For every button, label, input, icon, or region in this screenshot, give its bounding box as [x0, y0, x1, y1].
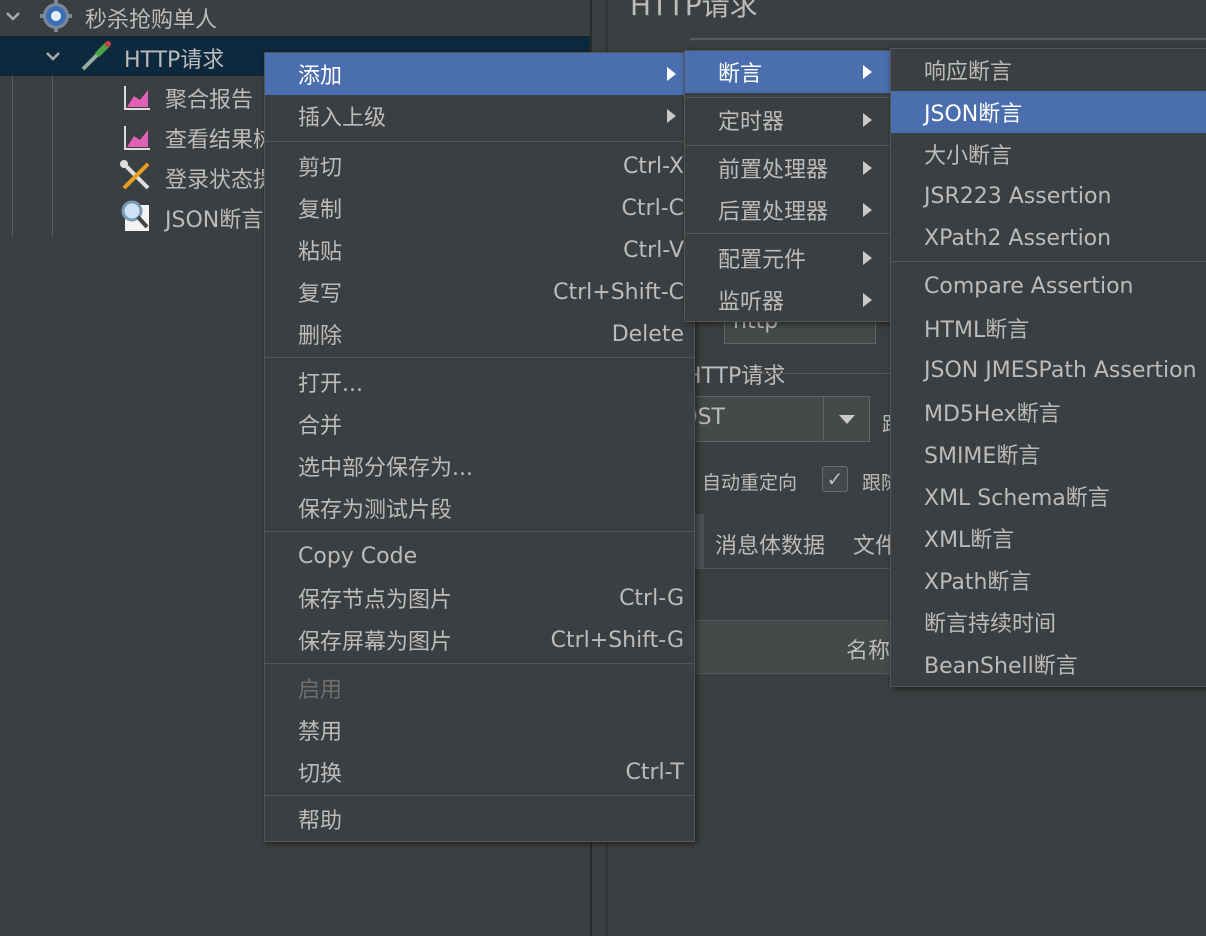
menu-item-duplicate[interactable]: 复写 Ctrl+Shift-C [265, 271, 694, 313]
menu-separator [265, 357, 694, 358]
chevron-down-icon[interactable] [44, 47, 62, 65]
assertion-item[interactable]: 大小断言 [891, 133, 1206, 175]
menu-item-save-selection[interactable]: 选中部分保存为... [265, 445, 694, 487]
tools-icon [119, 159, 153, 193]
chevron-down-icon[interactable] [823, 397, 869, 441]
assertion-item[interactable]: JSR223 Assertion [891, 175, 1206, 217]
menu-item-toggle[interactable]: 切换 Ctrl-T [265, 751, 694, 793]
submenu-item-listeners[interactable]: 监听器 [685, 279, 890, 321]
submenu-arrow-icon [863, 293, 872, 307]
submenu-arrow-icon [667, 109, 676, 123]
assertion-submenu[interactable]: 响应断言 JSON断言 大小断言 JSR223 Assertion XPath2… [890, 48, 1206, 687]
gear-icon [39, 0, 73, 33]
pipette-icon [79, 39, 113, 73]
submenu-arrow-icon [863, 203, 872, 217]
menu-item-cut[interactable]: 剪切 Ctrl-X [265, 145, 694, 187]
graph-report-icon [120, 120, 154, 154]
auto-redirect-label: 自动重定向 [702, 472, 798, 494]
tab-file-upload[interactable]: 文件上传 [853, 528, 892, 560]
chevron-down-icon[interactable] [4, 7, 22, 25]
tab-parameters[interactable] [694, 514, 704, 568]
menu-item-disable[interactable]: 禁用 [265, 709, 694, 751]
submenu-item-post-processors[interactable]: 后置处理器 [685, 189, 890, 231]
assertion-item[interactable]: BeanShell断言 [891, 643, 1206, 685]
assertion-item[interactable]: 断言持续时间 [891, 601, 1206, 643]
assertion-item[interactable]: MD5Hex断言 [891, 391, 1206, 433]
section-rule [760, 373, 892, 374]
menu-separator [265, 795, 694, 796]
menu-separator [685, 233, 890, 234]
tab-underline [694, 568, 892, 569]
assertion-item[interactable]: XML断言 [891, 517, 1206, 559]
page-title: HTTP请求 [630, 0, 758, 22]
graph-report-icon [120, 80, 154, 114]
submenu-arrow-icon [667, 67, 676, 81]
assertion-item[interactable]: XML Schema断言 [891, 475, 1206, 517]
submenu-item-pre-processors[interactable]: 前置处理器 [685, 147, 890, 189]
menu-item-copy-code[interactable]: Copy Code [265, 535, 694, 577]
tree-node-label: 秒杀抢购单人 [85, 8, 218, 33]
column-name-header: 名称 [846, 639, 891, 664]
menu-separator [265, 531, 694, 532]
section-title: HTTP请求 [685, 364, 786, 389]
submenu-arrow-icon [863, 65, 872, 79]
assertion-item[interactable]: Compare Assertion [891, 265, 1206, 307]
panel-divider [690, 38, 1206, 40]
menu-item-save-fragment[interactable]: 保存为测试片段 [265, 487, 694, 529]
menu-separator [685, 97, 890, 98]
menu-item-copy[interactable]: 复制 Ctrl-C [265, 187, 694, 229]
menu-item-add[interactable]: 添加 [265, 53, 694, 95]
menu-item-open[interactable]: 打开... [265, 361, 694, 403]
submenu-item-config-elements[interactable]: 配置元件 [685, 237, 890, 279]
assertion-item[interactable]: 响应断言 [891, 49, 1206, 91]
assertion-item[interactable]: JSON JMESPath Assertion [891, 349, 1206, 391]
submenu-arrow-icon [863, 161, 872, 175]
menu-separator [685, 145, 890, 146]
tree-node-label: 查看结果树 [165, 128, 276, 153]
submenu-item-timers[interactable]: 定时器 [685, 99, 890, 141]
assertion-item[interactable]: XPath2 Assertion [891, 217, 1206, 259]
menu-item-paste[interactable]: 粘贴 Ctrl-V [265, 229, 694, 271]
menu-item-save-screen-image[interactable]: 保存屏幕为图片 Ctrl+Shift-G [265, 619, 694, 661]
menu-item-delete[interactable]: 删除 Delete [265, 313, 694, 355]
menu-separator [265, 663, 694, 664]
menu-item-enable: 启用 [298, 678, 343, 703]
tab-body-data[interactable]: 消息体数据 [715, 528, 825, 560]
tree-node-label: JSON断言 [165, 208, 264, 233]
submenu-item-assertions[interactable]: 断言 [685, 51, 890, 93]
follow-redirect-checkbox[interactable]: ✓ [822, 466, 848, 492]
assertion-item[interactable]: XPath断言 [891, 559, 1206, 601]
assertion-item[interactable]: JSON断言 [891, 91, 1206, 133]
assertion-item[interactable]: SMIME断言 [891, 433, 1206, 475]
menu-item-insert-parent[interactable]: 插入上级 [265, 95, 694, 137]
menu-separator [891, 261, 1206, 262]
add-submenu[interactable]: 断言 定时器 前置处理器 后置处理器 配置元件 监听器 [684, 50, 891, 322]
submenu-arrow-icon [863, 113, 872, 127]
menu-separator [265, 141, 694, 142]
tree-node-label: HTTP请求 [124, 48, 225, 73]
follow-redirect-label: 跟随重定向 [862, 472, 892, 494]
menu-item-save-node-image[interactable]: 保存节点为图片 Ctrl-G [265, 577, 694, 619]
magnifier-icon [119, 199, 153, 233]
context-menu[interactable]: 添加 插入上级 剪切 Ctrl-X 复制 Ctrl-C 粘贴 Ctrl-V 复写 Ctr… [264, 52, 695, 842]
menu-item-help[interactable]: 帮助 [265, 799, 694, 839]
submenu-arrow-icon [863, 251, 872, 265]
menu-item-merge[interactable]: 合并 [265, 403, 694, 445]
tree-node-label: 聚合报告 [165, 88, 254, 113]
assertion-item[interactable]: HTML断言 [891, 307, 1206, 349]
tree-node-root[interactable]: 秒杀抢购单人 [0, 0, 590, 36]
table-header: 名称 [694, 620, 892, 674]
